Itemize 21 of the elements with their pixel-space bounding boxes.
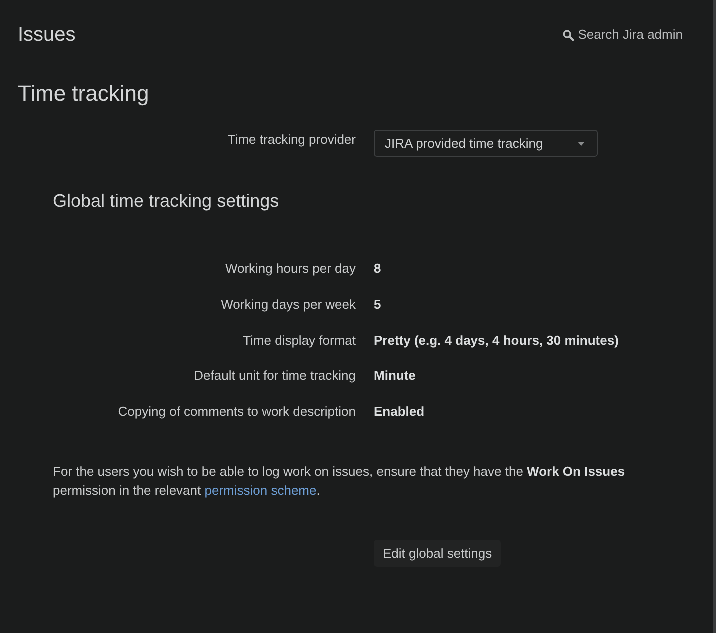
- setting-value: Minute: [374, 367, 417, 386]
- setting-value: 8: [374, 260, 382, 278]
- permission-note: For the users you wish to be able to log work on issues, ensure that they have the Work On Issues permission in the relevant permission scheme.: [53, 463, 626, 500]
- permission-scheme-link[interactable]: permission scheme: [204, 483, 317, 498]
- settings-heading: Global time tracking settings: [53, 190, 280, 212]
- caret-icon: [578, 142, 585, 146]
- setting-label: Time display format: [242, 332, 356, 350]
- setting-label: Default unit for time tracking: [193, 367, 356, 386]
- setting-value: Enabled: [374, 403, 426, 421]
- page-title: Time tracking: [18, 80, 150, 108]
- setting-label: Copying of comments to work description: [117, 403, 356, 421]
- setting-label: Working days per week: [220, 296, 356, 314]
- setting-value: 5: [374, 296, 382, 314]
- field-label: Time tracking provider: [226, 131, 356, 148]
- section-title: Issues: [18, 23, 76, 47]
- setting-label: Working hours per day: [224, 260, 356, 278]
- search-icon: [563, 30, 574, 40]
- provider-select[interactable]: JIRA provided time tracking: [374, 130, 598, 157]
- edit-settings-button[interactable]: Edit global settings: [374, 540, 502, 567]
- search-link[interactable]: Search Jira admin: [563, 27, 683, 43]
- setting-value: Pretty (e.g. 4 days, 4 hours, 30 minutes): [374, 332, 620, 350]
